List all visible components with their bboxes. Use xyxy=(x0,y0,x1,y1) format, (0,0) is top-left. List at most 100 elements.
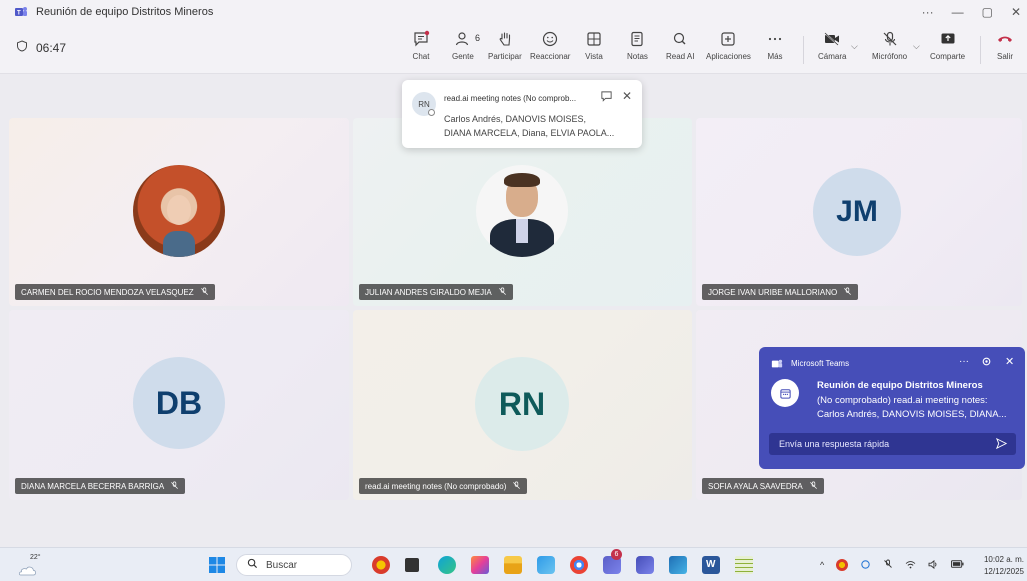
view-button[interactable]: Vista xyxy=(585,30,603,61)
share-button[interactable]: Comparte xyxy=(930,30,965,61)
system-tray: ^ xyxy=(820,548,964,581)
word-icon[interactable]: W xyxy=(702,556,720,574)
add-apps-icon xyxy=(721,32,736,46)
camera-off-icon xyxy=(824,32,840,46)
svg-text:T: T xyxy=(17,11,21,17)
file-explorer-icon[interactable] xyxy=(504,556,522,574)
apps-label: Aplicaciones xyxy=(706,52,751,61)
close-icon[interactable]: ✕ xyxy=(1005,355,1014,368)
participant-name: read.ai meeting notes (No comprobado) xyxy=(365,481,507,491)
search-icon xyxy=(247,558,258,572)
quick-reply-input[interactable]: Envía una respuesta rápida xyxy=(769,433,1016,455)
notification-badge: 6 xyxy=(611,549,622,560)
chevron-up-icon[interactable]: ^ xyxy=(820,560,824,570)
close-window-button[interactable]: ✕ xyxy=(1011,5,1021,19)
people-count: 6 xyxy=(475,33,481,43)
notepad-icon[interactable] xyxy=(735,556,753,574)
participant-name: DIANA MARCELA BECERRA BARRIGA xyxy=(21,481,165,491)
participant-name: CARMEN DEL ROCIO MENDOZA VELASQUEZ xyxy=(21,287,194,297)
view-label: Vista xyxy=(585,52,603,61)
toast-more-button[interactable]: ··· xyxy=(959,356,969,367)
timer-value: 06:47 xyxy=(36,40,67,55)
image-viewer-icon[interactable] xyxy=(669,556,687,574)
participant-tile[interactable]: DB DIANA MARCELA BECERRA BARRIGA xyxy=(9,310,349,500)
camera-button[interactable]: Cámara xyxy=(818,30,846,61)
window-title: Reunión de equipo Distritos Mineros xyxy=(36,6,214,18)
muted-microphone-icon xyxy=(809,481,818,492)
read-ai-icon xyxy=(674,32,686,45)
volume-icon[interactable] xyxy=(928,559,939,571)
send-icon[interactable] xyxy=(995,437,1008,452)
people-button[interactable]: 6 Gente xyxy=(452,30,480,61)
participant-tile[interactable]: CARMEN DEL ROCIO MENDOZA VELASQUEZ xyxy=(9,118,349,306)
clock-time: 10:02 a. m. xyxy=(983,555,1024,564)
weather-widget[interactable]: 22° xyxy=(16,554,46,578)
participant-tile[interactable]: JM JORGE IVAN URIBE MALLORIANO xyxy=(696,118,1022,306)
chat-button[interactable]: Chat xyxy=(412,30,430,61)
toast-line: Carlos Andrés, DANOVIS MOISES, DIANA... xyxy=(817,409,1007,420)
microphone-button[interactable]: Micrófono xyxy=(872,30,907,61)
notes-popup-line: DIANA MARCELA, Diana, ELVIA PAOLA... xyxy=(444,128,615,138)
participant-tile[interactable]: RN read.ai meeting notes (No comprobado) xyxy=(353,310,692,500)
more-button[interactable]: Más xyxy=(766,30,784,61)
shield-icon xyxy=(16,40,28,55)
teams-work-icon[interactable] xyxy=(636,556,654,574)
weather-temp: 22° xyxy=(30,554,41,561)
read-ai-button[interactable]: Read AI xyxy=(666,30,694,61)
close-icon[interactable]: ✕ xyxy=(622,89,632,103)
initials-avatar: JM xyxy=(813,168,901,256)
notes-popup-line: Carlos Andrés, DANOVIS MOISES, xyxy=(444,114,587,124)
muted-microphone-icon xyxy=(843,287,852,298)
teams-notification-toast[interactable]: Microsoft Teams ··· ✕ Reunión de equipo … xyxy=(759,347,1025,469)
participant-name-tag: SOFIA AYALA SAAVEDRA xyxy=(702,478,824,494)
calendar-icon xyxy=(771,379,799,407)
ellipsis-icon xyxy=(768,37,782,41)
chrome-icon[interactable] xyxy=(570,556,588,574)
apps-button[interactable]: Aplicaciones xyxy=(706,30,751,61)
microphone-muted-tray-icon[interactable] xyxy=(883,559,893,571)
chat-bubble-icon[interactable] xyxy=(600,90,613,105)
participant-name-tag: read.ai meeting notes (No comprobado) xyxy=(359,478,528,494)
camera-options-chevron-icon[interactable]: ⌵ xyxy=(851,41,858,52)
toolbar-divider xyxy=(803,36,804,64)
taskbar-clock[interactable]: 10:02 a. m. 12/12/2025 xyxy=(972,554,1024,578)
react-label: Reaccionar xyxy=(530,52,571,61)
notes-label: Notas xyxy=(627,52,648,61)
toast-line: (No comprobado) read.ai meeting notes: xyxy=(817,395,988,406)
toast-title: Reunión de equipo Distritos Mineros xyxy=(817,380,983,391)
battery-icon[interactable] xyxy=(951,560,964,570)
taskbar-search[interactable]: Buscar xyxy=(236,554,352,576)
react-button[interactable]: Reaccionar xyxy=(530,30,570,61)
meeting-notes-popup[interactable]: RN read.ai meeting notes (No comprob... … xyxy=(402,80,642,148)
edge-browser-icon[interactable] xyxy=(438,556,456,574)
cloud-icon xyxy=(18,566,36,576)
task-view-icon[interactable] xyxy=(405,558,419,572)
restore-button[interactable]: ▢ xyxy=(982,5,993,19)
muted-microphone-icon xyxy=(200,287,209,298)
settings-gear-icon[interactable] xyxy=(981,356,992,369)
muted-microphone-icon xyxy=(498,287,507,298)
microphone-label: Micrófono xyxy=(872,52,908,61)
photos-icon[interactable] xyxy=(537,556,555,574)
raise-hand-label: Participar xyxy=(488,52,522,61)
windows-start-icon[interactable] xyxy=(208,556,226,574)
raise-hand-button[interactable]: Participar xyxy=(488,30,522,61)
microphone-options-chevron-icon[interactable]: ⌵ xyxy=(913,41,920,52)
sync-icon[interactable] xyxy=(860,559,871,572)
chat-icon xyxy=(414,30,430,47)
people-label: Gente xyxy=(452,52,474,61)
minimize-button[interactable]: — xyxy=(952,5,964,19)
notes-button[interactable]: Notas xyxy=(627,30,648,61)
leave-label: Salir xyxy=(996,52,1013,61)
notes-popup-title: read.ai meeting notes (No comprob... xyxy=(444,94,577,103)
wifi-icon[interactable] xyxy=(905,560,916,571)
teams-personal-icon[interactable]: 6 xyxy=(603,549,622,574)
tray-app-icon[interactable] xyxy=(836,559,849,571)
copilot-icon[interactable] xyxy=(471,556,489,574)
quick-reply-placeholder: Envía una respuesta rápida xyxy=(779,439,890,449)
app-flower-icon[interactable] xyxy=(372,556,390,574)
leave-button[interactable]: Salir xyxy=(996,30,1014,61)
initials-avatar: RN xyxy=(475,357,569,451)
participant-name-tag: JULIAN ANDRES GIRALDO MEJIA xyxy=(359,284,513,300)
more-options-button[interactable]: ··· xyxy=(922,5,934,19)
